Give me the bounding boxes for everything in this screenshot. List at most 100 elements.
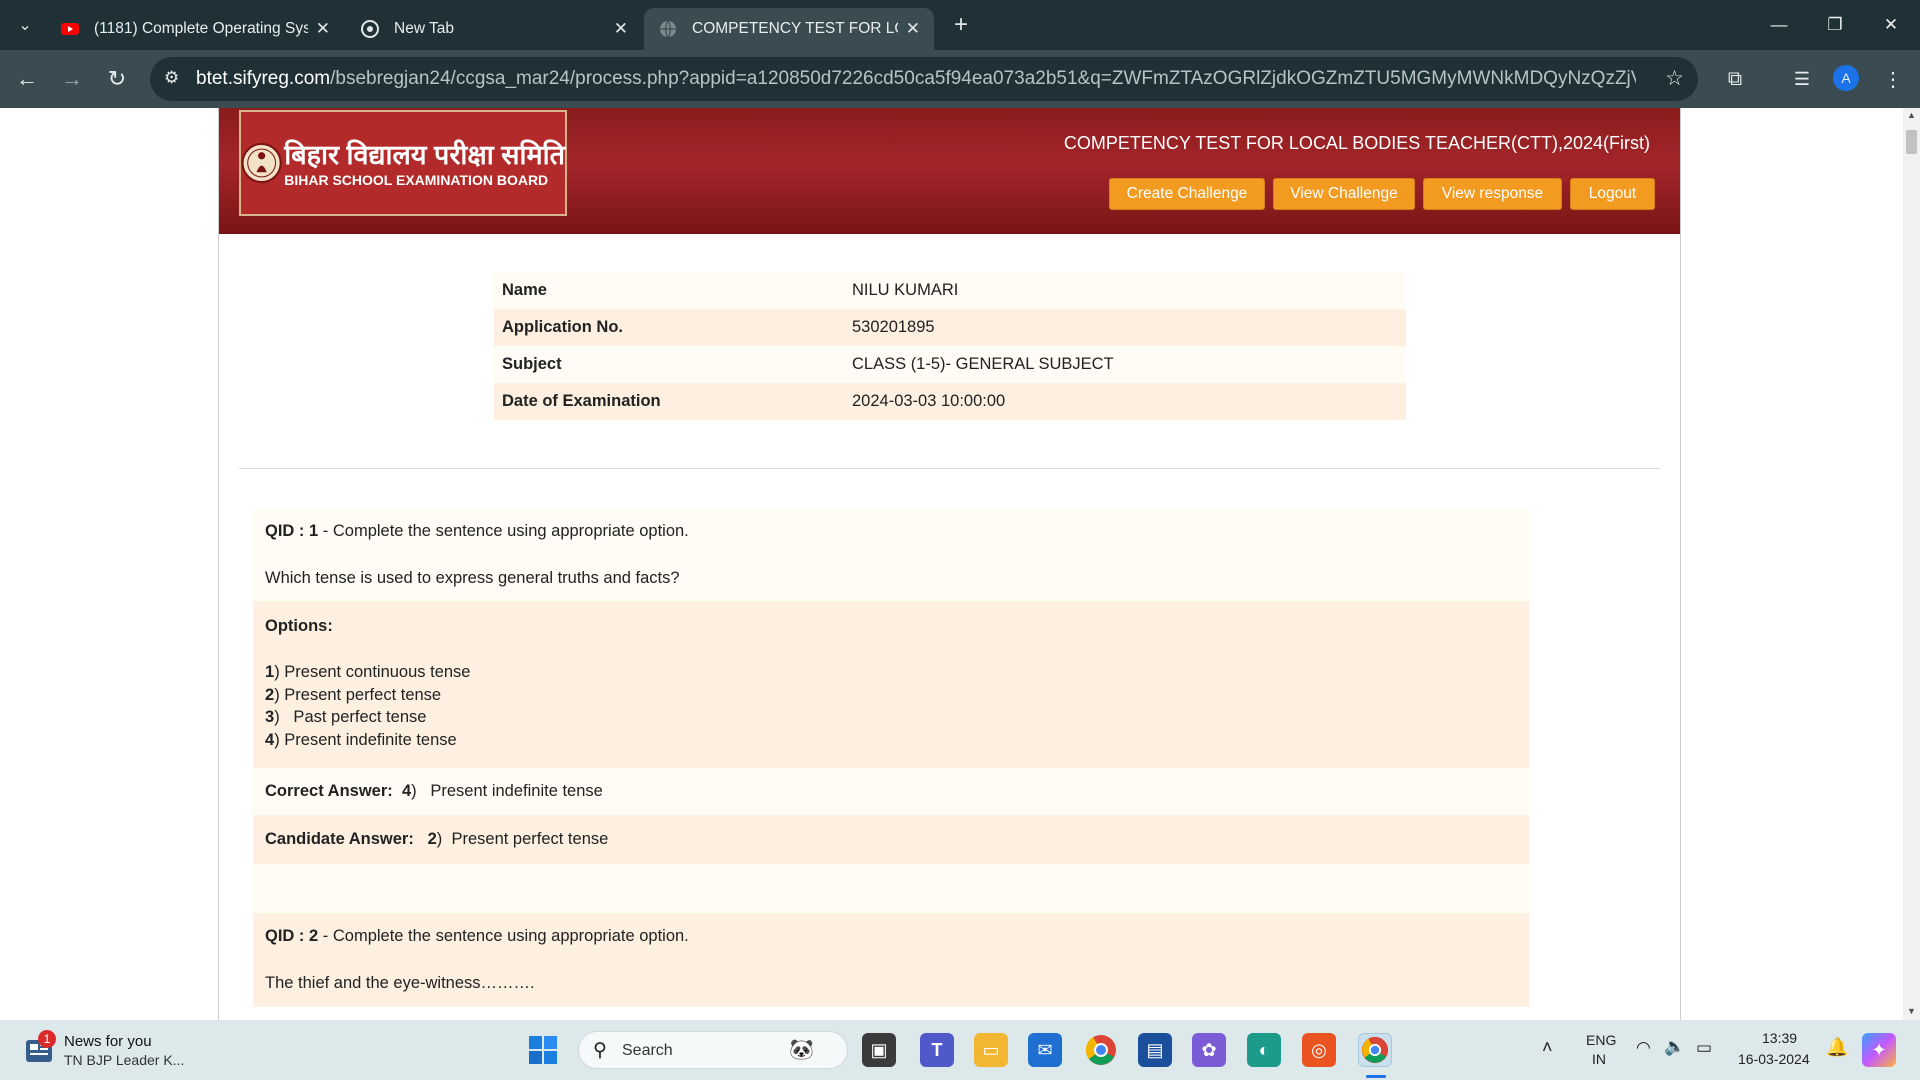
star-icon[interactable]: ☆ xyxy=(1665,66,1684,91)
bseb-logo[interactable]: बिहार विद्यालय परीक्षा समिति BIHAR SCHOO… xyxy=(239,110,567,216)
url-text[interactable]: btet.sifyreg.com/bsebregjan24/ccgsa_mar2… xyxy=(196,68,1636,90)
battery-icon[interactable]: ▭ xyxy=(1696,1038,1712,1058)
logout-button[interactable]: Logout xyxy=(1570,178,1655,210)
options-list: 1) Present continuous tense 2) Present p… xyxy=(253,651,1529,768)
copilot-tray-button[interactable]: ✦ xyxy=(1862,1033,1896,1067)
option-number: 4 xyxy=(265,731,275,750)
tab-youtube[interactable]: (1181) Complete Operating Sys ✕ xyxy=(46,8,344,50)
view-challenge-button[interactable]: View Challenge xyxy=(1273,178,1415,210)
table-row: Application No. 530201895 xyxy=(494,309,1406,346)
tab-competency-test[interactable]: COMPETENCY TEST FOR LOCAL ✕ xyxy=(644,8,934,50)
restore-icon: ❐ xyxy=(1827,15,1843,34)
teams-app[interactable]: T xyxy=(920,1033,954,1067)
qid-label: QID : 2 xyxy=(265,927,319,946)
edge-app[interactable]: ◐ xyxy=(1247,1033,1281,1067)
table-row: Date of Examination 2024-03-03 10:00:00 xyxy=(494,383,1406,420)
create-challenge-button[interactable]: Create Challenge xyxy=(1109,178,1265,210)
media-button[interactable]: ☰ xyxy=(1787,64,1817,94)
wifi-icon[interactable]: ◠ xyxy=(1636,1038,1651,1058)
copilot-app[interactable]: ✿ xyxy=(1192,1033,1226,1067)
label-exam-date: Date of Examination xyxy=(494,383,844,420)
new-tab-button[interactable]: + xyxy=(946,10,976,40)
clock-time[interactable]: 13:39 xyxy=(1762,1030,1797,1046)
reload-button[interactable]: ↻ xyxy=(102,64,132,94)
volume-icon[interactable]: 🔈 xyxy=(1664,1037,1685,1057)
label-subject: Subject xyxy=(494,346,844,383)
option-item: 3) Past perfect tense xyxy=(265,706,1517,729)
option-text: ) Present indefinite tense xyxy=(274,731,457,750)
minimize-icon: — xyxy=(1770,15,1788,34)
store-app[interactable]: ▤ xyxy=(1138,1033,1172,1067)
file-explorer-app[interactable]: ▭ xyxy=(974,1033,1008,1067)
close-icon[interactable]: ✕ xyxy=(906,19,920,39)
view-response-button[interactable]: View response xyxy=(1423,178,1562,210)
search-placeholder: Search xyxy=(622,1042,673,1059)
globe-icon xyxy=(660,20,676,38)
chrome-icon xyxy=(1085,1035,1116,1065)
news-subtitle: TN BJP Leader K... xyxy=(64,1052,185,1068)
page-title: COMPETENCY TEST FOR LOCAL BODIES TEACHER… xyxy=(1063,133,1650,153)
close-icon: ✕ xyxy=(1883,15,1899,34)
tab-new-tab[interactable]: New Tab ✕ xyxy=(346,8,642,50)
candidate-answer-row: Candidate Answer: 2) Present perfect ten… xyxy=(253,814,1529,864)
windows-icon xyxy=(529,1036,557,1064)
header-banner: बिहार विद्यालय परीक्षा समिति BIHAR SCHOO… xyxy=(219,108,1680,234)
chevron-up-icon[interactable]: ˄ xyxy=(1542,1037,1553,1058)
browser-toolbar: ← → ↻ ⚙ btet.sifyreg.com/bsebregjan24/cc… xyxy=(0,50,1920,108)
close-icon[interactable]: ✕ xyxy=(316,19,330,39)
close-window-button[interactable]: ✕ xyxy=(1862,0,1920,50)
chrome-app[interactable] xyxy=(1084,1033,1118,1067)
question-2-text: The thief and the eye-witness………. xyxy=(253,960,1529,1007)
region-indicator: IN xyxy=(1592,1051,1606,1067)
option-item: 1) Present continuous tense xyxy=(265,661,1517,684)
address-bar[interactable]: ⚙ btet.sifyreg.com/bsebregjan24/ccgsa_ma… xyxy=(150,57,1698,101)
correct-answer-label: Correct Answer: xyxy=(265,781,393,800)
minimize-button[interactable]: — xyxy=(1750,0,1808,50)
page-viewport: बिहार विद्यालय परीक्षा समिति BIHAR SCHOO… xyxy=(0,108,1903,1020)
scrollbar[interactable]: ▲ ▼ xyxy=(1903,108,1920,1020)
candidate-answer-number: 2 xyxy=(427,829,437,848)
correct-answer-number: 4 xyxy=(401,781,412,800)
profile-avatar[interactable]: A xyxy=(1833,65,1859,91)
start-button[interactable] xyxy=(526,1033,560,1067)
qid-instruction: - Complete the sentence using appropriat… xyxy=(318,927,689,946)
option-item: 2) Present perfect tense xyxy=(265,684,1517,707)
menu-button[interactable]: ⋮ xyxy=(1878,64,1908,94)
label-application-no: Application No. xyxy=(494,309,844,346)
task-view-button[interactable]: ▣ xyxy=(862,1033,896,1067)
scrollbar-thumb[interactable] xyxy=(1906,130,1917,154)
correct-answer-row: Correct Answer: 4) Present indefinite te… xyxy=(253,767,1529,815)
options-label-row: Options: xyxy=(253,601,1529,651)
mail-app[interactable]: ✉ xyxy=(1028,1033,1062,1067)
close-icon[interactable]: ✕ xyxy=(614,19,628,39)
chrome-profile-app[interactable] xyxy=(1358,1033,1392,1067)
qid-instruction: - Complete the sentence using appropriat… xyxy=(318,522,689,540)
scroll-up-icon[interactable]: ▲ xyxy=(1907,110,1916,120)
back-button[interactable]: ← xyxy=(12,64,42,94)
divider xyxy=(239,468,1661,469)
question-2-header: QID : 2 - Complete the sentence using ap… xyxy=(253,912,1529,961)
news-widget[interactable]: 1 News for you TN BJP Leader K... xyxy=(20,1030,210,1070)
tab-search-button[interactable]: ⌄ xyxy=(10,10,40,40)
candidate-answer-label: Candidate Answer: xyxy=(265,829,414,848)
plus-icon: + xyxy=(953,11,968,38)
notification-bell-icon[interactable]: 🔔 xyxy=(1826,1037,1848,1058)
language-indicator[interactable]: ENG xyxy=(1586,1032,1616,1048)
taskbar-search[interactable]: ⚲ Search 🐼 xyxy=(578,1031,848,1069)
extensions-button[interactable]: ⧉ xyxy=(1720,64,1750,94)
taskbar: 1 News for you TN BJP Leader K... ⚲ Sear… xyxy=(0,1020,1920,1080)
site-info-icon[interactable]: ⚙ xyxy=(164,68,179,88)
ubuntu-app[interactable]: ◎ xyxy=(1302,1033,1336,1067)
scroll-down-icon[interactable]: ▼ xyxy=(1907,1006,1916,1016)
option-text: ) Present continuous tense xyxy=(274,663,471,681)
tab-title: COMPETENCY TEST FOR LOCAL xyxy=(692,20,898,37)
option-number: 2 xyxy=(265,685,275,704)
clock-date[interactable]: 16-03-2024 xyxy=(1738,1051,1810,1067)
forward-button[interactable]: → xyxy=(57,64,87,94)
option-text: ) Present perfect tense xyxy=(274,685,442,704)
search-icon: ⚲ xyxy=(593,1040,607,1061)
puzzle-icon: ⧉ xyxy=(1727,67,1743,90)
value-subject: CLASS (1-5)- GENERAL SUBJECT xyxy=(844,346,1406,383)
tab-strip: ⌄ (1181) Complete Operating Sys ✕ New Ta… xyxy=(0,0,1920,50)
restore-button[interactable]: ❐ xyxy=(1806,0,1864,50)
